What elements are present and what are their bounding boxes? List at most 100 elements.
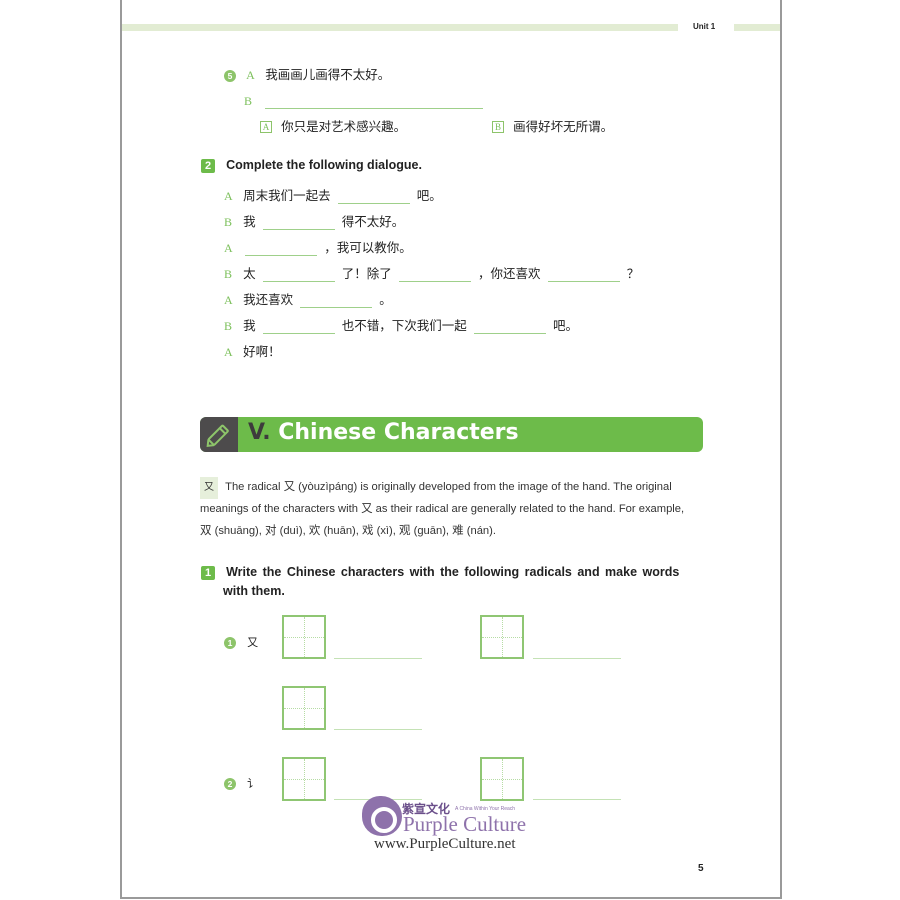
item-number-badge: 2 [224,778,236,790]
exercise-instruction: Complete the following dialogue. [226,158,422,172]
exercise-instruction: Write the Chinese characters with the fo… [226,565,680,579]
dialogue-text: 吧。 [416,188,442,203]
dialogue-text: ？ [626,266,640,281]
dialogue-line: A 周末我们一起去 吧。 [224,185,442,204]
radical-char: 又 [361,501,373,515]
option-text: 画得好坏无所谓。 [513,119,614,134]
dialogue-text: 好啊！ [243,344,281,359]
answer-blank[interactable] [300,294,373,308]
character-grid[interactable] [282,615,326,659]
speaker-label: A [224,189,233,203]
speaker-label: B [244,94,253,108]
example-pinyin: (guān), [413,525,450,537]
radical-label: 又 [247,636,259,649]
exercise-number-badge: 1 [201,566,215,580]
character-grid[interactable] [282,686,326,730]
dialogue-text: ，你还喜欢 [478,266,541,281]
dialogue-text: 得不太好。 [341,214,405,229]
section-number: V. [248,420,271,445]
dialogue-text: ，我可以教你。 [324,240,412,255]
answer-blank[interactable] [262,268,335,282]
character-grid[interactable] [480,757,524,801]
dialogue-line: A 好啊！ [224,341,281,360]
answer-blank[interactable] [547,268,620,282]
section-title: V. Chinese Characters [248,420,519,445]
header-bar [122,24,678,31]
purple-culture-logo-icon [362,796,402,836]
dialogue-text: 吧。 [553,318,579,333]
exercise-5-line-b: B [244,90,484,109]
exercise-2-heading: 2 Complete the following dialogue. [201,154,422,173]
example-char: 双 [200,523,212,537]
dialogue-text: 也不错，下次我们一起 [341,318,467,333]
word-line[interactable] [334,658,422,659]
option-text: 你只是对艺术感兴趣。 [281,119,407,134]
page-number: 5 [698,863,704,874]
word-line[interactable] [533,658,621,659]
note-text: (yòuzìpáng) is originally developed from… [298,481,672,493]
speaker-label: B [224,319,233,333]
dialogue-text: 我画画儿画得不太好。 [265,67,391,82]
word-line[interactable] [533,799,621,800]
exercise-number-badge: 2 [201,159,215,173]
answer-blank[interactable] [473,320,546,334]
radical-label: 讠 [247,777,259,790]
example-pinyin: (xì), [376,525,396,537]
dialogue-text: 周末我们一起去 [243,188,331,203]
item-number-badge: 5 [224,70,236,82]
dialogue-line: B 我 也不错，下次我们一起 吧。 [224,315,578,334]
example-char: 戏 [362,523,374,537]
dialogue-text: 我还喜欢 [243,292,294,307]
dialogue-text: 了！除了 [341,266,392,281]
speaker-label: A [224,293,233,307]
example-char: 观 [398,523,411,537]
answer-blank[interactable] [262,320,335,334]
dialogue-line: B 我 得不太好。 [224,211,404,230]
answer-blank[interactable] [262,216,335,230]
radical-examples: 双 (shuāng), 对 (duì), 欢 (huān), 戏 (xì), 观… [200,519,496,542]
speaker-label: B [224,267,233,281]
dialogue-line: A 我还喜欢 。 [224,289,392,308]
radical-note-line-2: meanings of the characters with 又 as the… [200,497,684,520]
example-pinyin: (nán). [466,525,496,537]
speaker-label: A [246,68,255,82]
option-key-box: B [492,120,504,133]
answer-blank[interactable] [265,95,484,109]
example-pinyin: (duì), [279,525,306,537]
answer-blank[interactable] [398,268,471,282]
answer-blank[interactable] [245,242,318,256]
radical-item-2: 2 讠 [224,772,258,791]
exercise-5-line-a: 5 A 我画画儿画得不太好。 [224,64,390,83]
section-header: V. Chinese Characters [200,417,703,452]
option-key-box: A [260,120,272,133]
speaker-label: A [224,345,233,359]
watermark-url: www.PurpleCulture.net [374,836,516,852]
item-number-badge: 1 [224,637,236,649]
example-pinyin: (huān), [323,525,359,537]
exercise-1-heading: 1 Write the Chinese characters with the … [201,561,679,580]
dialogue-text: 太 [243,266,256,281]
speaker-label: A [224,241,233,255]
answer-blank[interactable] [337,190,410,204]
dialogue-line: B 太 了！除了 ，你还喜欢 ？ [224,263,639,282]
section-title-text: Chinese Characters [278,420,519,445]
dialogue-line: A ，我可以教你。 [224,237,412,256]
radical-tag: 又 [200,477,218,499]
unit-label: Unit 1 [693,22,716,31]
word-line[interactable] [334,729,422,730]
speaker-label: B [224,215,233,229]
exercise-instruction-continued: with them. [223,584,285,598]
character-grid[interactable] [282,757,326,801]
note-text: meanings of the characters with [200,503,358,515]
dialogue-text: 我 [243,214,256,229]
note-text: as their radical are generally related t… [375,503,685,515]
radical-char: 又 [283,479,296,493]
dialogue-text: 我 [243,318,256,333]
option-a[interactable]: A 你只是对艺术感兴趣。 [260,116,406,135]
radical-note-line-1: 又 The radical 又 (yòuzìpáng) is originall… [200,475,672,499]
example-char: 欢 [308,523,321,537]
character-grid[interactable] [480,615,524,659]
header-bar-right [734,24,780,31]
radical-item-1: 1 又 [224,631,258,650]
option-b[interactable]: B 画得好坏无所谓。 [492,116,613,135]
